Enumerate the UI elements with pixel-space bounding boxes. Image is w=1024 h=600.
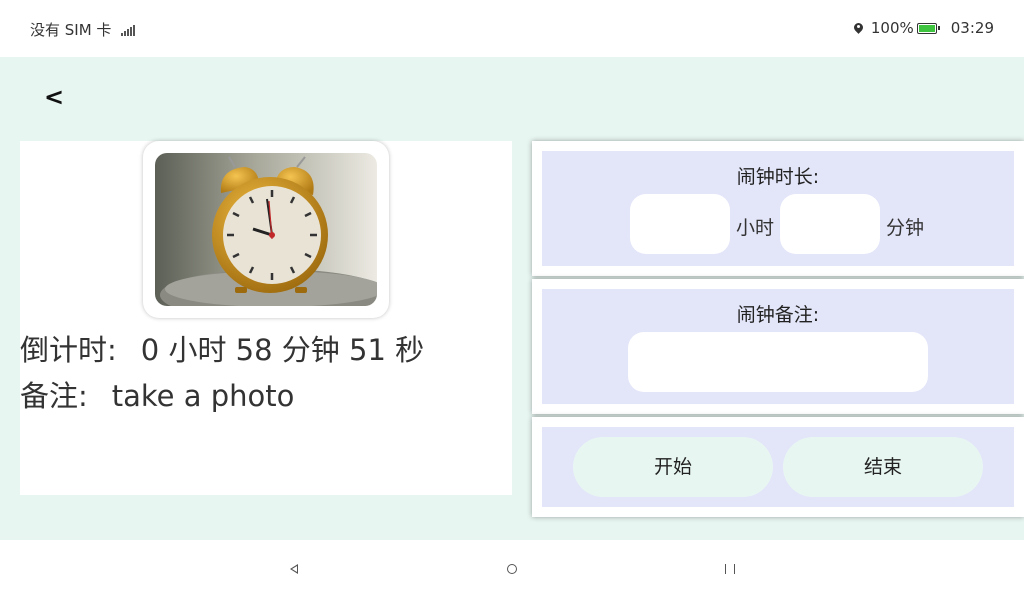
note-card-inner: 闹钟备注: <box>542 289 1014 404</box>
countdown-label: 倒计时: <box>20 333 117 367</box>
actions-card: 开始 结束 <box>532 417 1024 517</box>
signal-icon <box>121 24 136 36</box>
status-left: 没有 SIM 卡 <box>30 19 136 40</box>
minutes-unit-label: 分钟 <box>886 217 925 239</box>
hours-unit-label: 小时 <box>736 217 775 239</box>
back-button[interactable]: < <box>44 83 68 113</box>
countdown-text: 倒计时: 0 小时 58 分钟 51 秒 <box>20 327 424 369</box>
duration-title: 闹钟时长: <box>736 166 820 188</box>
back-triangle-icon[interactable] <box>290 564 298 574</box>
note-value: take a photo <box>111 379 295 413</box>
home-circle-icon[interactable] <box>507 564 517 574</box>
clock-text: 03:29 <box>950 19 994 37</box>
duration-card: 闹钟时长: 小时 分钟 <box>532 141 1024 276</box>
carrier-text: 没有 SIM 卡 <box>30 21 112 39</box>
minutes-input[interactable] <box>780 194 880 254</box>
note-text: 备注: take a photo <box>20 373 294 415</box>
battery-icon <box>916 22 940 34</box>
duration-card-inner: 闹钟时长: 小时 分钟 <box>542 151 1014 266</box>
alarm-form-panel: 闹钟时长: 小时 分钟 闹钟备注: 开始 结束 <box>532 141 1024 517</box>
status-right: 100% 03:29 <box>854 19 994 37</box>
alarm-clock-image <box>155 153 377 306</box>
note-input[interactable] <box>628 332 928 392</box>
battery-percent: 100% <box>870 19 914 37</box>
note-title: 闹钟备注: <box>736 304 820 326</box>
hours-input[interactable] <box>630 194 730 254</box>
start-button[interactable]: 开始 <box>573 437 773 497</box>
navigation-bar <box>0 540 1024 600</box>
location-icon <box>854 23 863 34</box>
status-bar: 没有 SIM 卡 100% 03:29 <box>0 0 1024 57</box>
actions-card-inner: 开始 结束 <box>542 427 1014 507</box>
recent-apps-icon[interactable] <box>725 564 735 574</box>
note-label: 备注: <box>20 379 88 413</box>
alarm-clock-photo-frame <box>143 141 389 318</box>
end-button[interactable]: 结束 <box>783 437 983 497</box>
countdown-value: 0 小时 58 分钟 51 秒 <box>140 333 425 367</box>
note-card: 闹钟备注: <box>532 279 1024 414</box>
app-content: < 倒计时: 0 小时 58 分钟 51 秒 备注: take a photo … <box>0 57 1024 540</box>
alarm-info-panel: 倒计时: 0 小时 58 分钟 51 秒 备注: take a photo <box>20 141 512 495</box>
